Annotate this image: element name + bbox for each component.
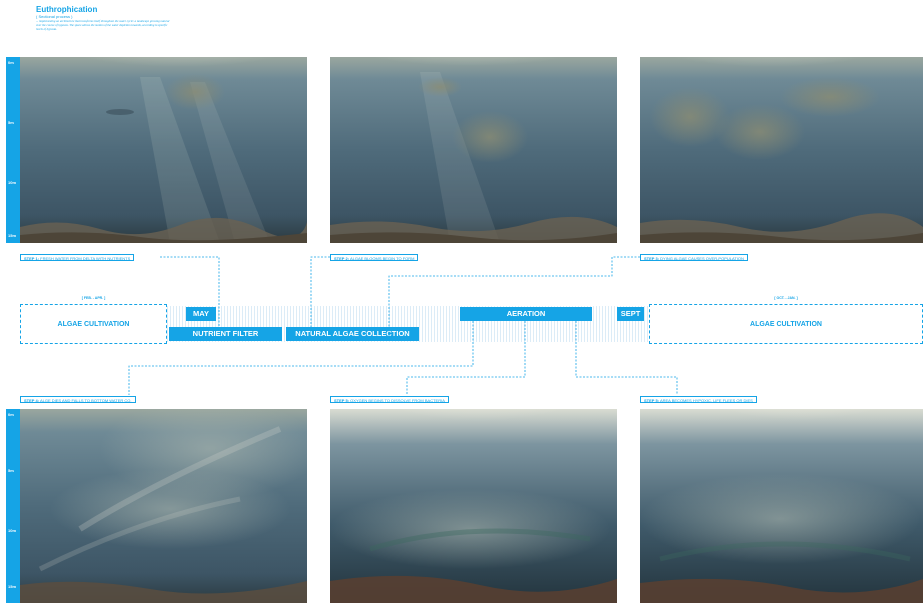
depth-ruler-bottom: 0m 5m 10m 15m <box>6 409 26 603</box>
depth-label-10m: 10m <box>8 180 17 185</box>
step-number: STEP 5: <box>644 398 660 403</box>
aeration-bar: AERATION <box>460 307 592 321</box>
step-text: ALGE DIES AND FALLS TO BOTTOM WATER CO. <box>39 398 132 403</box>
algae-cultivation-label-right: ALGAE CULTIVATION <box>750 321 822 328</box>
step-4-label: STEP 4: ALGE DIES AND FALLS TO BOTTOM WA… <box>20 396 136 403</box>
step-number: STEP 3: <box>644 256 660 261</box>
step-2-label: STEP 2: ALGAE BLOOMS BEGIN TO FORM <box>330 254 419 261</box>
underwater-image-step-3 <box>640 57 923 243</box>
page-description: ... implementing an architecture that tr… <box>36 19 170 31</box>
page-title: Euthrophication <box>36 5 98 14</box>
step-5-label: STEP 5: OXYGEN BEGINS TO DISSOLVE FROM B… <box>330 396 449 403</box>
step-number: STEP 5: <box>334 398 350 403</box>
date-range-right: [ OCT. - JAN. ] <box>774 296 798 300</box>
algae-cultivation-box-left: [ FEB. - APR. ] ALGAE CULTIVATION <box>20 296 167 344</box>
natural-algae-collection-bar: NATURAL ALGAE COLLECTION <box>286 327 419 341</box>
depth-label-5m: 5m <box>8 120 14 125</box>
algae-cultivation-label-left: ALGAE CULTIVATION <box>57 321 130 328</box>
nutrient-filter-bar: NUTRIENT FILTER <box>169 327 282 341</box>
underwater-image-step-5 <box>330 409 617 603</box>
algae-cultivation-box-right: [ OCT. - JAN. ] ALGAE CULTIVATION <box>649 296 923 344</box>
step-number: STEP 4: <box>24 398 40 403</box>
step-number: STEP 2: <box>334 256 350 261</box>
depth-label-0m: 0m <box>8 60 14 65</box>
step-6-label: STEP 5: AREA BECOMES HYPOXIC, LIFE FLEES… <box>640 396 757 403</box>
may-marker: MAY <box>186 307 216 321</box>
date-range-left: [ FEB. - APR. ] <box>81 296 106 300</box>
depth-label-0m: 0m <box>8 412 14 417</box>
underwater-image-step-6 <box>640 409 923 603</box>
step-text: ALGAE BLOOMS BEGIN TO FORM <box>349 256 415 261</box>
sept-marker: SEPT <box>617 307 644 321</box>
underwater-image-step-2 <box>330 57 617 243</box>
depth-label-15m: 15m <box>8 233 17 238</box>
depth-label-10m: 10m <box>8 528 17 533</box>
step-number: STEP 1: <box>24 256 40 261</box>
depth-label-5m: 5m <box>8 468 14 473</box>
underwater-image-step-4 <box>20 409 307 603</box>
step-text: OXYGEN BEGINS TO DISSOLVE FROM BACTERIA <box>350 398 445 403</box>
step-3-label: STEP 3: DYING ALGAE CAUSES OVER-POPULATI… <box>640 254 748 261</box>
underwater-image-step-1 <box>20 57 307 243</box>
step-text: FRESH WATER FROM DELTA WITH NUTRIENTS <box>40 256 131 261</box>
step-1-label: STEP 1: FRESH WATER FROM DELTA WITH NUTR… <box>20 254 135 261</box>
step-text: AREA BECOMES HYPOXIC, LIFE FLEES OR DIES <box>659 398 753 403</box>
depth-label-15m: 15m <box>8 584 17 589</box>
step-text: DYING ALGAE CAUSES OVER-POPULATION <box>660 256 744 261</box>
depth-ruler-top: 0m 5m 10m 15m <box>6 57 26 243</box>
